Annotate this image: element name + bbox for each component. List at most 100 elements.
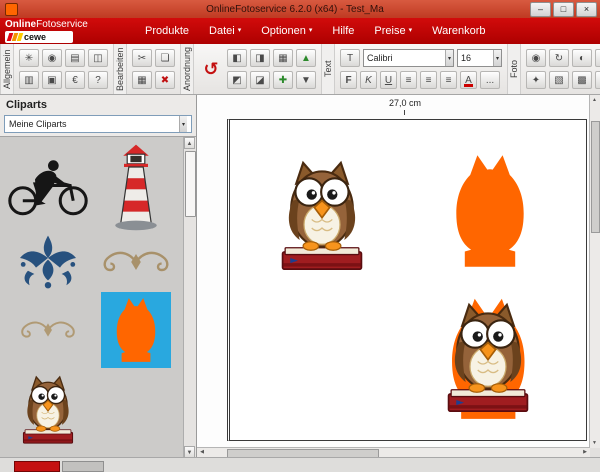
app-window: OnlineFotoservice 6.2.0 (x64) - Test_Ma … — [0, 0, 600, 472]
copy-icon[interactable]: ❏ — [155, 49, 175, 67]
italic-button[interactable]: K — [360, 71, 377, 89]
ruler-width-label: 27,0 cm — [227, 98, 583, 108]
page-tab-active[interactable] — [14, 461, 60, 472]
scroll-up-icon[interactable]: ▲ — [184, 137, 195, 149]
align-left-icon[interactable]: ≡ — [400, 71, 417, 89]
titlebar: OnlineFotoservice 6.2.0 (x64) - Test_Ma … — [0, 0, 600, 18]
flip-icon[interactable]: ◐ — [572, 49, 592, 67]
enhance-icon[interactable]: ✦ — [526, 71, 546, 89]
clipart-flourish-gold-2[interactable] — [15, 316, 81, 344]
toolbar: Allgemein ✳ ◉ ▤ ◫ ▥ ▣ € ? Bearbeiten ✂ ❏… — [0, 44, 600, 95]
align-top-icon[interactable]: ◧ — [227, 49, 247, 67]
align-center-icon[interactable]: ≡ — [420, 71, 437, 89]
align-left-object-icon[interactable]: ◩ — [227, 71, 247, 89]
preview-icon[interactable]: ◫ — [88, 49, 108, 67]
textbox-icon[interactable]: T — [340, 49, 360, 67]
undo-icon[interactable]: ↺ — [199, 51, 223, 87]
clipart-category-select[interactable]: Meine Cliparts▾ — [4, 115, 192, 133]
frame-icon[interactable]: ▩ — [572, 71, 592, 89]
rotate-icon[interactable]: ↻ — [549, 49, 569, 67]
album-page[interactable] — [227, 119, 587, 441]
help-icon[interactable]: ? — [88, 71, 108, 89]
bottom-bar — [0, 457, 600, 472]
chevron-down-icon: ▾ — [238, 27, 242, 35]
align-right-object-icon[interactable]: ◪ — [250, 71, 270, 89]
toolbar-section-allgemein: Allgemein — [0, 44, 14, 94]
cut-icon[interactable]: ✂ — [132, 49, 152, 67]
cewe-logo: cewe — [5, 31, 73, 43]
canvas-area: 27,0 cm ▲ ▼ ◀ ▶ — [197, 95, 600, 458]
clipart-lighthouse[interactable] — [112, 142, 160, 232]
clipart-list: ▲ ▼ — [0, 136, 196, 458]
clipart-damask-blue[interactable] — [11, 234, 85, 290]
clipart-cyclist[interactable] — [6, 155, 90, 219]
font-size-select[interactable]: 16▾ — [457, 49, 502, 67]
cewe-wordmark: cewe — [24, 32, 46, 42]
bold-button[interactable]: F — [340, 71, 357, 89]
scrollbar-thumb[interactable] — [185, 151, 196, 217]
send-to-back-icon[interactable]: ▼ — [296, 71, 316, 89]
menu-hilfe[interactable]: Hilfe — [332, 25, 354, 37]
menu-warenkorb[interactable]: Warenkorb — [432, 25, 485, 37]
scroll-up-icon[interactable]: ▲ — [590, 95, 599, 105]
placed-owl-clipart[interactable] — [270, 156, 374, 276]
clipart-flourish-gold[interactable] — [96, 245, 176, 279]
align-right-icon[interactable]: ≡ — [440, 71, 457, 89]
toolbar-section-foto: Foto — [507, 44, 521, 94]
ruler-tick — [404, 110, 405, 115]
menu-preise[interactable]: Preise▾ — [374, 25, 412, 37]
gear-icon[interactable]: ✳ — [19, 49, 39, 67]
open-icon[interactable]: ▥ — [19, 71, 39, 89]
toolbar-section-bearbeiten: Bearbeiten — [113, 44, 127, 94]
canvas-vertical-scrollbar[interactable]: ▲ ▼ — [589, 95, 600, 448]
scroll-right-icon[interactable]: ▶ — [580, 448, 590, 457]
scrollbar-thumb[interactable] — [591, 121, 600, 233]
print-icon[interactable]: ▤ — [65, 49, 85, 67]
toolbar-section-text: Text — [321, 44, 335, 94]
grid-icon[interactable]: ▦ — [273, 49, 293, 67]
panel-title: Cliparts — [0, 95, 196, 114]
brand-logo: OnlineFotoservice cewe — [5, 19, 88, 43]
maximize-button[interactable]: □ — [553, 2, 574, 17]
font-color-icon[interactable]: A — [460, 71, 477, 89]
chevron-down-icon: ▾ — [409, 27, 413, 35]
menu-datei[interactable]: Datei▾ — [209, 25, 241, 37]
scroll-left-icon[interactable]: ◀ — [197, 448, 207, 457]
delete-icon[interactable]: ✖ — [155, 71, 175, 89]
scroll-down-icon[interactable]: ▼ — [590, 438, 599, 448]
font-family-select[interactable]: Calibri▾ — [363, 49, 454, 67]
bring-to-front-icon[interactable]: ▲ — [296, 49, 316, 67]
align-bottom-icon[interactable]: ◨ — [250, 49, 270, 67]
minimize-button[interactable]: – — [530, 2, 551, 17]
chevron-down-icon[interactable]: ▾ — [179, 116, 187, 132]
globe-icon[interactable]: ◉ — [42, 49, 62, 67]
placed-owl-with-orange-outline[interactable] — [436, 298, 540, 418]
sidebar-scrollbar[interactable]: ▲ ▼ — [183, 137, 196, 458]
photo-icon[interactable]: ◉ — [526, 49, 546, 67]
chevron-down-icon[interactable]: ▾ — [493, 50, 501, 66]
main-menu: Produkte Datei▾ Optionen▾ Hilfe Preise▾ … — [145, 18, 486, 44]
cewe-flag-icon — [8, 33, 22, 41]
chevron-down-icon[interactable]: ▾ — [445, 50, 453, 66]
photo-more-button-2[interactable]: ... — [595, 71, 600, 89]
chevron-down-icon: ▾ — [309, 27, 313, 35]
toolbar-section-anordnung: Anordnung — [180, 44, 194, 94]
menu-optionen[interactable]: Optionen▾ — [261, 25, 312, 37]
clipart-owl-books[interactable] — [16, 372, 80, 448]
close-button[interactable]: × — [576, 2, 597, 17]
price-calculator-icon[interactable]: € — [65, 71, 85, 89]
crop-icon[interactable]: ▧ — [549, 71, 569, 89]
window-title: OnlineFotoservice 6.2.0 (x64) - Test_Ma — [60, 4, 530, 15]
add-object-icon[interactable]: ✚ — [273, 71, 293, 89]
page-tab[interactable] — [62, 461, 104, 472]
clipart-owl-silhouette-selected[interactable] — [101, 292, 171, 368]
underline-button[interactable]: U — [380, 71, 397, 89]
placed-owl-silhouette-orange[interactable] — [434, 148, 546, 274]
paste-icon[interactable]: ▦ — [132, 71, 152, 89]
text-more-button[interactable]: ... — [480, 71, 500, 89]
brand-online: Online — [5, 19, 36, 30]
save-icon[interactable]: ▣ — [42, 71, 62, 89]
menu-produkte[interactable]: Produkte — [145, 25, 189, 37]
brand-fotoservice: Fotoservice — [36, 19, 88, 30]
photo-more-button[interactable]: ... — [595, 49, 600, 67]
